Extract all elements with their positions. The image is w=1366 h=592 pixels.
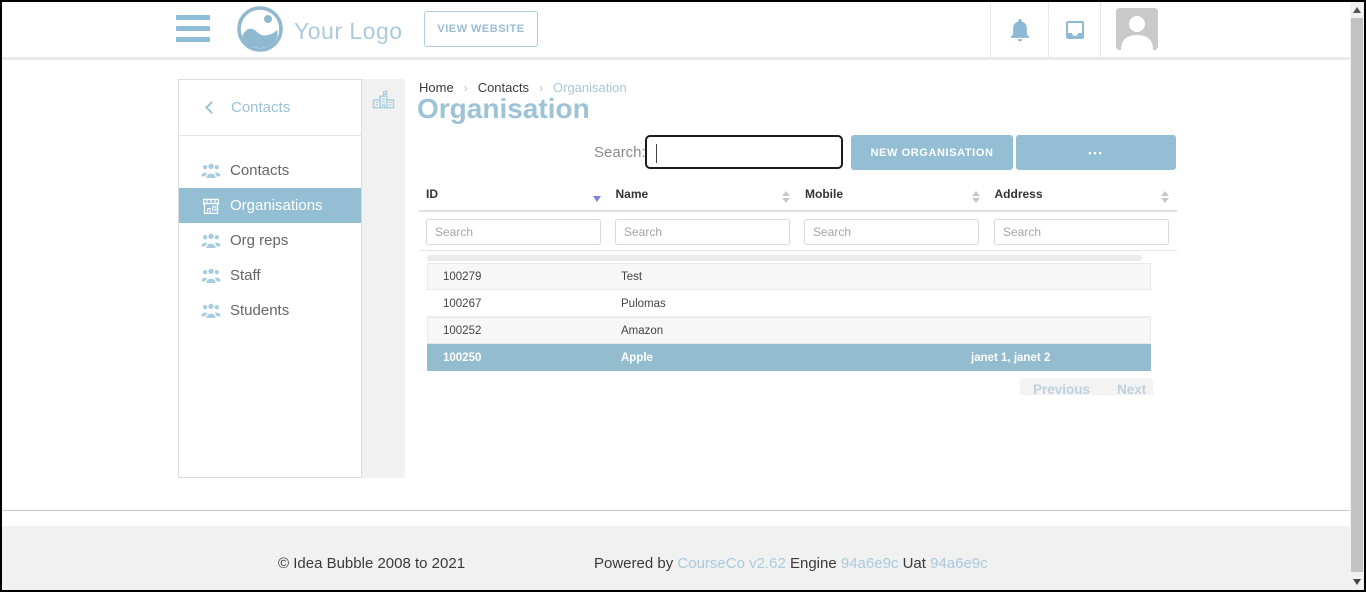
chevron-left-icon: [205, 101, 218, 114]
powered-by-text: Powered by CourseCo v2.62 Engine 94a6e9c…: [594, 555, 988, 572]
sort-desc-icon: [593, 191, 601, 202]
sidebar-item-organisations[interactable]: Organisations: [179, 188, 361, 223]
sidebar-section-title: Contacts: [231, 99, 290, 116]
new-organisation-button[interactable]: NEW ORGANISATION: [851, 135, 1013, 170]
table-header-divider: [419, 210, 1177, 212]
table-row-selected[interactable]: 100250 Apple janet 1, janet 2: [427, 344, 1151, 371]
scroll-down-arrow-icon[interactable]: [1353, 579, 1361, 585]
people-group-icon: [201, 232, 221, 250]
top-header: Your Logo VIEW WEBSITE: [2, 2, 1350, 60]
app-window: Your Logo VIEW WEBSITE Contac: [0, 0, 1366, 592]
table-header: ID Name Mobile Address: [419, 187, 1177, 209]
filters-divider: [419, 250, 1177, 251]
vertical-scrollbar[interactable]: [1350, 2, 1364, 590]
sort-both-icon: [1161, 191, 1169, 203]
horizontal-scrollbar[interactable]: [427, 255, 1142, 261]
sidebar-item-label: Contacts: [230, 162, 289, 179]
sidebar-back-header[interactable]: Contacts: [179, 80, 361, 136]
notifications-bell-icon[interactable]: [1007, 16, 1033, 49]
pagination-next-button[interactable]: Next: [1117, 382, 1146, 395]
pagination-previous-button[interactable]: Previous: [1033, 382, 1090, 395]
filter-input-id[interactable]: [426, 219, 601, 245]
sidebar-item-label: Staff: [230, 267, 261, 284]
engine-hash-link[interactable]: 94a6e9c: [841, 555, 899, 572]
content-bottom-divider: [2, 510, 1350, 511]
more-actions-button[interactable]: •••: [1016, 135, 1176, 170]
text-caret: [656, 144, 657, 163]
people-group-icon: [201, 267, 221, 285]
filter-input-mobile[interactable]: [804, 219, 979, 245]
sidebar-item-students[interactable]: Students: [179, 293, 361, 328]
inbox-icon[interactable]: [1062, 18, 1088, 47]
table-row[interactable]: 100267 Pulomas: [427, 290, 1151, 317]
pagination: Previous Next: [1020, 378, 1153, 395]
table-row[interactable]: 100252 Amazon: [427, 317, 1151, 344]
logo-image-icon: [236, 5, 284, 58]
courseco-version-link[interactable]: CourseCo v2.62: [677, 555, 785, 572]
school-building-icon[interactable]: [372, 88, 395, 117]
header-divider: [1048, 2, 1049, 57]
sidebar-item-contacts[interactable]: Contacts: [179, 153, 361, 188]
footer: © Idea Bubble 2008 to 2021 Powered by Co…: [2, 526, 1350, 590]
scrollbar-thumb[interactable]: [1351, 18, 1363, 572]
logo-text: Your Logo: [294, 18, 403, 45]
global-search-input[interactable]: [645, 135, 843, 169]
storefront-icon: [201, 197, 221, 215]
filter-input-name[interactable]: [615, 219, 790, 245]
column-header-address[interactable]: Address: [988, 187, 1178, 209]
logo[interactable]: Your Logo: [236, 5, 403, 58]
view-website-button[interactable]: VIEW WEBSITE: [424, 11, 538, 47]
header-divider: [1100, 2, 1101, 57]
column-header-id[interactable]: ID: [419, 187, 609, 209]
search-label: Search:: [594, 144, 646, 161]
user-avatar[interactable]: [1116, 8, 1158, 50]
page-title: Organisation: [417, 93, 590, 125]
scroll-up-arrow-icon[interactable]: [1353, 7, 1361, 13]
sidebar-item-staff[interactable]: Staff: [179, 258, 361, 293]
table-filter-row: [419, 219, 1177, 246]
copyright-text: © Idea Bubble 2008 to 2021: [278, 555, 465, 572]
uat-hash-link[interactable]: 94a6e9c: [930, 555, 988, 572]
sidebar-item-org-reps[interactable]: Org reps: [179, 223, 361, 258]
sidebar: Contacts Contacts: [178, 79, 362, 478]
hamburger-menu-icon[interactable]: [176, 15, 210, 45]
filter-input-address[interactable]: [994, 219, 1169, 245]
sidebar-item-label: Organisations: [230, 197, 323, 214]
sidebar-item-label: Students: [230, 302, 289, 319]
sidebar-menu: Contacts Organisations: [179, 136, 361, 328]
sidebar-collapsed-strip: [362, 79, 405, 478]
people-group-icon: [201, 302, 221, 320]
sidebar-item-label: Org reps: [230, 232, 288, 249]
people-group-icon: [201, 162, 221, 180]
table-body: 100279 Test 100267 Pulomas 100252 Amazon…: [427, 263, 1151, 371]
column-header-name[interactable]: Name: [609, 187, 799, 209]
sort-both-icon: [782, 191, 790, 203]
table-row[interactable]: 100279 Test: [427, 263, 1151, 290]
column-header-mobile[interactable]: Mobile: [798, 187, 988, 209]
header-divider: [990, 2, 991, 57]
sort-both-icon: [972, 191, 980, 203]
